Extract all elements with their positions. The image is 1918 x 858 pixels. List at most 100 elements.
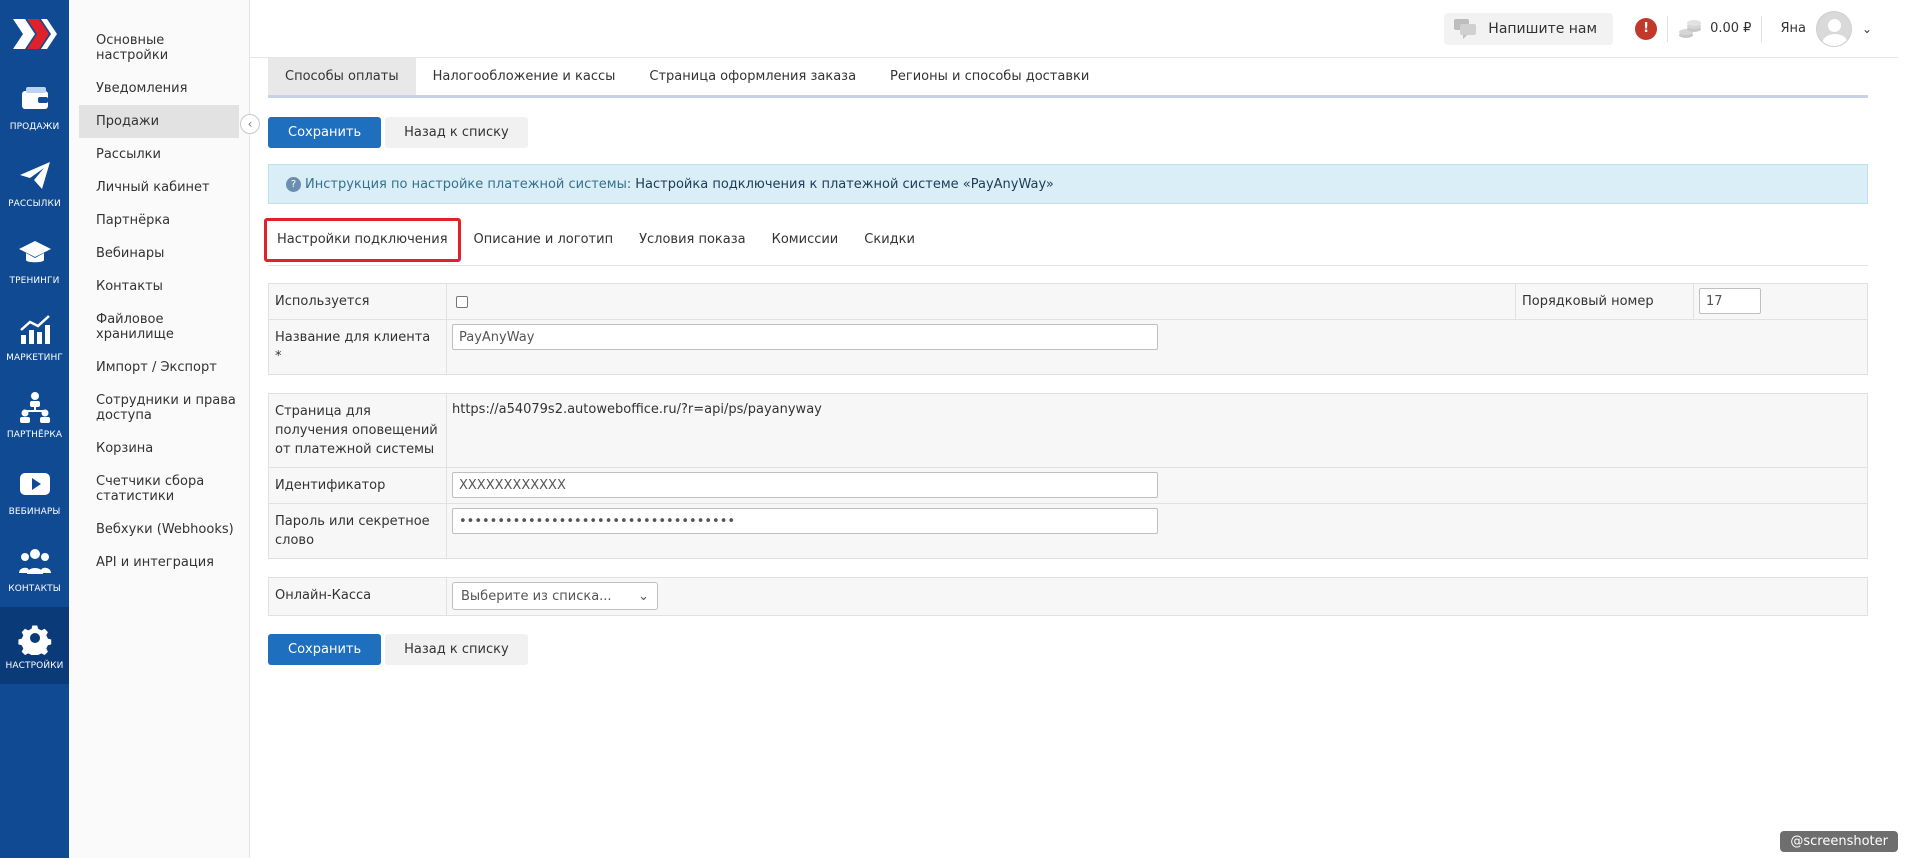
menu-item-4[interactable]: Личный кабинет	[79, 171, 239, 204]
menu-item-label: Вебинары	[96, 246, 165, 261]
back-to-list-button[interactable]: Назад к списку	[385, 117, 528, 148]
balance[interactable]: 0.00 ₽	[1678, 17, 1751, 41]
rail-item-sales[interactable]: ПРОДАЖИ	[0, 68, 69, 145]
client-name-input[interactable]	[452, 324, 1158, 350]
menu-item-label: Уведомления	[96, 81, 188, 96]
user-menu[interactable]: Яна ⌄	[1780, 10, 1872, 47]
menu-item-14[interactable]: API и интеграция	[79, 546, 239, 579]
menu-item-label: Личный кабинет	[96, 180, 210, 195]
menu-item-label: Сотрудники и права доступа	[96, 393, 236, 423]
subtab-connection-settings[interactable]: Настройки подключения	[264, 217, 461, 262]
top-actions: Сохранить Назад к списку	[268, 117, 1868, 148]
password-cell	[446, 503, 1868, 559]
subtab-display-conditions[interactable]: Условия показа	[626, 218, 759, 262]
menu-item-label: Продажи	[96, 114, 160, 129]
help-icon: ?	[286, 176, 301, 192]
chat-icon	[1454, 18, 1477, 39]
menu-item-5[interactable]: Партнёрка	[79, 204, 239, 237]
menu-item-0[interactable]: Основные настройки	[79, 24, 239, 72]
order-cell	[1693, 283, 1868, 320]
alert-icon[interactable]: !	[1635, 17, 1658, 40]
online-kassa-label: Онлайн-Касса	[268, 577, 447, 616]
collapse-menu-button[interactable]: ‹	[240, 114, 260, 134]
form-kassa: Онлайн-Касса Выберите из списка... ⌄	[268, 577, 1868, 616]
tab-payment-methods[interactable]: Способы оплаты	[268, 58, 416, 95]
save-button-bottom[interactable]: Сохранить	[268, 634, 382, 665]
play-icon	[19, 472, 50, 495]
instruction-link[interactable]: Настройка подключения к платежной систем…	[635, 177, 1054, 192]
gear-icon	[17, 625, 51, 655]
main-rail: ПРОДАЖИ РАССЫЛКИ ТРЕНИНГИ МАРКЕТИНГ ПАРТ…	[0, 0, 69, 858]
coins-icon	[1679, 19, 1702, 38]
rail-item-trainings[interactable]: ТРЕНИНГИ	[0, 222, 69, 299]
paper-plane-icon	[19, 161, 50, 189]
menu-item-8[interactable]: Файловое хранилище	[79, 303, 239, 351]
menu-item-label: Импорт / Экспорт	[96, 360, 217, 375]
menu-item-10[interactable]: Сотрудники и права доступа	[79, 384, 239, 432]
menu-item-3[interactable]: Рассылки	[79, 138, 239, 171]
subtab-discounts[interactable]: Скидки	[851, 218, 928, 262]
write-us-button[interactable]: Напишите нам	[1444, 12, 1614, 45]
chevron-down-icon: ⌄	[1861, 21, 1872, 36]
used-label: Используется	[268, 283, 447, 320]
save-button[interactable]: Сохранить	[268, 117, 382, 148]
used-checkbox[interactable]	[456, 296, 468, 308]
menu-item-12[interactable]: Счетчики сбора статистики	[79, 465, 239, 513]
back-to-list-button-bottom[interactable]: Назад к списку	[385, 634, 528, 665]
menu-item-1[interactable]: Уведомления	[79, 72, 239, 105]
form-connection: Страница для получения оповещений от пла…	[268, 393, 1868, 559]
rail-item-settings[interactable]: НАСТРОЙКИ	[0, 607, 69, 684]
chevron-down-icon: ⌄	[638, 588, 649, 604]
rail-item-label: КОНТАКТЫ	[8, 583, 61, 594]
rail-item-label: ВЕБИНАРЫ	[8, 506, 61, 517]
rail-item-marketing[interactable]: МАРКЕТИНГ	[0, 299, 69, 376]
online-kassa-value: Выберите из списка...	[461, 588, 612, 604]
identifier-input[interactable]	[452, 472, 1158, 498]
online-kassa-cell: Выберите из списка... ⌄	[446, 577, 1868, 616]
password-input[interactable]	[452, 508, 1158, 534]
menu-item-2[interactable]: Продажи	[79, 105, 239, 138]
rail-item-label: НАСТРОЙКИ	[5, 660, 64, 671]
menu-item-label: Счетчики сбора статистики	[96, 474, 205, 504]
menu-item-6[interactable]: Вебинары	[79, 237, 239, 270]
info-lead: Инструкция по настройке платежной систем…	[305, 176, 632, 192]
menu-item-label: Основные настройки	[96, 33, 169, 63]
menu-item-11[interactable]: Корзина	[79, 432, 239, 465]
divider	[1667, 15, 1669, 42]
rail-item-mailings[interactable]: РАССЫЛКИ	[0, 145, 69, 222]
tab-taxes[interactable]: Налогообложение и кассы	[416, 58, 633, 95]
order-number-input[interactable]	[1699, 288, 1761, 314]
logo[interactable]	[0, 0, 69, 68]
rail-item-webinars[interactable]: ВЕБИНАРЫ	[0, 453, 69, 530]
bottom-actions: Сохранить Назад к списку	[268, 634, 1868, 665]
rail-item-label: ТРЕНИНГИ	[9, 275, 60, 286]
menu-item-label: Рассылки	[96, 147, 161, 162]
chart-up-icon	[19, 314, 50, 344]
menu-item-13[interactable]: Вебхуки (Webhooks)	[79, 513, 239, 546]
rail-item-label: МАРКЕТИНГ	[6, 352, 63, 363]
tab-delivery-regions[interactable]: Регионы и способы доставки	[873, 58, 1106, 95]
rail-item-contacts[interactable]: КОНТАКТЫ	[0, 530, 69, 607]
info-banner: ? Инструкция по настройке платежной сист…	[268, 164, 1868, 204]
menu-item-label: Корзина	[96, 441, 154, 456]
tab-checkout-page[interactable]: Страница оформления заказа	[632, 58, 873, 95]
divider	[1761, 15, 1763, 42]
balance-value: 0.00 ₽	[1710, 21, 1752, 36]
wallet-icon	[21, 86, 48, 109]
online-kassa-select[interactable]: Выберите из списка... ⌄	[452, 582, 658, 610]
menu-item-7[interactable]: Контакты	[79, 270, 239, 303]
sub-tabs: Настройки подключения Описание и логотип…	[264, 214, 1868, 266]
screenshoter-watermark: @screenshoter	[1780, 831, 1898, 852]
write-us-label: Напишите нам	[1488, 20, 1598, 37]
rail-item-partners[interactable]: ПАРТНЁРКА	[0, 376, 69, 453]
client-name-label: Название для клиента *	[268, 319, 447, 375]
menu-item-9[interactable]: Импорт / Экспорт	[79, 351, 239, 384]
rail-item-label: ПРОДАЖИ	[9, 121, 60, 132]
menu-item-label: Контакты	[96, 279, 163, 294]
graduation-cap-icon	[18, 240, 51, 262]
top-tabs: Способы оплаты Налогообложение и кассы С…	[268, 58, 1868, 98]
subtab-description-logo[interactable]: Описание и логотип	[461, 218, 627, 262]
subtab-commissions[interactable]: Комиссии	[759, 218, 852, 262]
form-basic: Используется Порядковый номер Название д…	[268, 283, 1868, 375]
chevron-left-icon: ‹	[247, 117, 253, 131]
